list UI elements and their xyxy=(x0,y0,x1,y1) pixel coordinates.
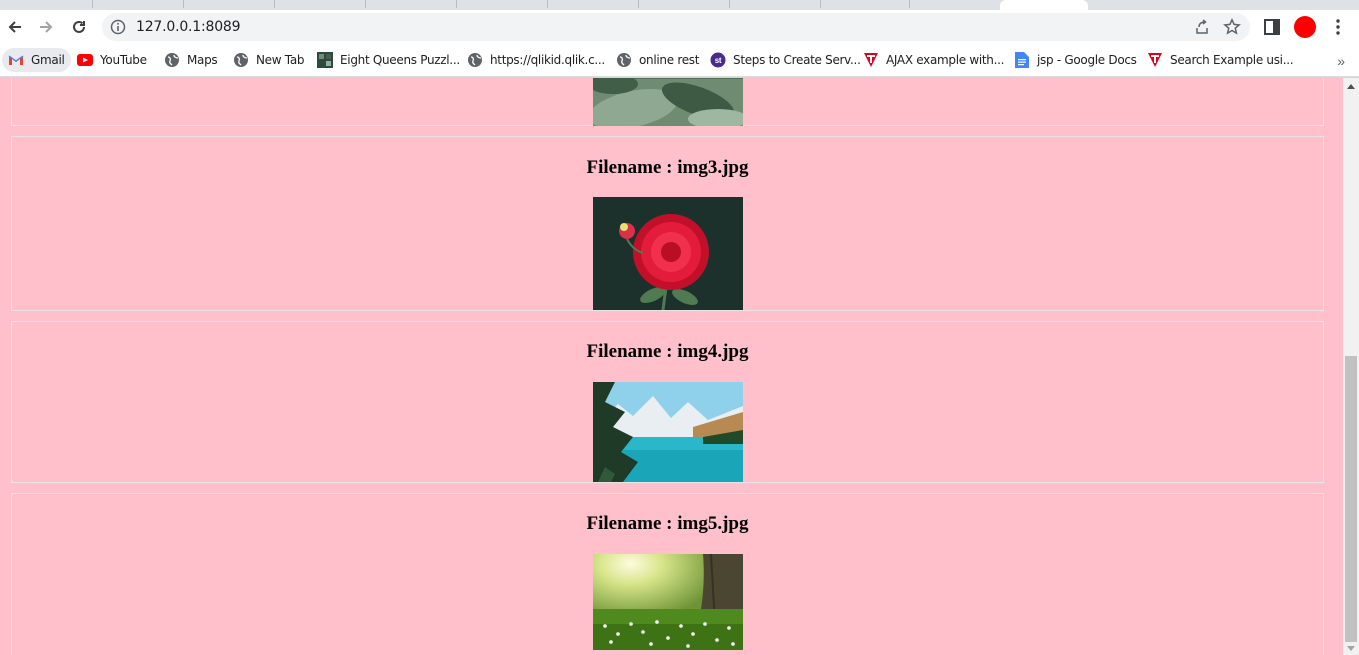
t-logo-icon xyxy=(863,52,879,68)
youtube-icon xyxy=(77,52,93,68)
bookmark-jsp-docs[interactable]: jsp - Google Docs xyxy=(1008,48,1143,72)
image-card xyxy=(11,78,1324,126)
filename-heading: Filename : img4.jpg xyxy=(586,341,749,362)
vertical-scrollbar[interactable] xyxy=(1343,78,1359,655)
bookmark-label: Gmail xyxy=(31,53,65,67)
st-icon: st xyxy=(710,52,726,68)
side-panel-icon[interactable] xyxy=(1263,18,1281,36)
bookmark-label: Search Example usi... xyxy=(1170,53,1294,67)
globe-icon xyxy=(616,52,632,68)
bookmark-gmail[interactable]: Gmail xyxy=(2,48,71,72)
browser-tab[interactable] xyxy=(366,0,457,8)
image-thumbnail xyxy=(593,554,743,650)
image-card: Filename : img4.jpg xyxy=(11,321,1324,483)
docs-icon xyxy=(1014,52,1030,68)
scrollbar-thumb[interactable] xyxy=(1345,356,1357,642)
bookmark-search-example[interactable]: Search Example usi... xyxy=(1141,48,1299,72)
svg-text:st: st xyxy=(715,56,722,65)
browser-tab[interactable] xyxy=(275,0,366,8)
scroll-up-arrow-icon[interactable] xyxy=(1347,84,1355,89)
bookmark-maps[interactable]: Maps xyxy=(158,48,223,72)
image-thumbnail xyxy=(593,197,743,310)
browser-tab[interactable] xyxy=(93,0,184,8)
image-thumbnail xyxy=(593,382,743,482)
browser-tab[interactable] xyxy=(0,0,93,8)
tab-strip xyxy=(0,0,1359,10)
page-viewport: Filename : img3.jpg Filename : img4.jpg xyxy=(0,78,1343,655)
bookmark-label: Maps xyxy=(187,53,218,67)
bookmark-online-rest[interactable]: online rest xyxy=(610,48,705,72)
gmail-icon xyxy=(8,52,24,68)
share-icon[interactable] xyxy=(1194,19,1210,35)
scroll-down-arrow-icon[interactable] xyxy=(1347,646,1355,651)
bookmark-ajax-example[interactable]: AJAX example with... xyxy=(857,48,1010,72)
back-arrow-icon xyxy=(8,21,21,33)
image-thumbnail xyxy=(593,78,743,126)
browser-tab[interactable] xyxy=(548,0,639,8)
reload-icon xyxy=(73,20,85,33)
browser-tab[interactable] xyxy=(910,0,998,8)
more-menu-icon[interactable] xyxy=(1330,18,1346,36)
image-icon xyxy=(317,52,333,68)
globe-icon xyxy=(467,52,483,68)
globe-icon xyxy=(233,52,249,68)
bookmark-steps-create[interactable]: st Steps to Create Serv... xyxy=(704,48,867,72)
forward-arrow-icon xyxy=(40,21,53,33)
bookmark-new-tab[interactable]: New Tab xyxy=(227,48,310,72)
profile-avatar[interactable] xyxy=(1294,16,1316,38)
globe-icon xyxy=(164,52,180,68)
browser-tab[interactable] xyxy=(639,0,730,8)
filename-heading: Filename : img5.jpg xyxy=(586,513,749,534)
info-icon[interactable] xyxy=(110,19,126,35)
forward-button[interactable] xyxy=(33,14,59,40)
bookmark-label: Eight Queens Puzzl... xyxy=(340,53,460,67)
bookmarks-overflow-icon[interactable]: » xyxy=(1337,53,1345,69)
image-card: Filename : img5.jpg xyxy=(11,493,1324,655)
image-card: Filename : img3.jpg xyxy=(11,136,1324,311)
bookmark-qlik[interactable]: https://qlikid.qlik.c... xyxy=(461,48,611,72)
t-logo-icon xyxy=(1147,52,1163,68)
bookmarks-bar: Gmail YouTube Maps New Tab Eight Queens … xyxy=(0,44,1359,77)
browser-tab[interactable] xyxy=(457,0,548,8)
bookmark-star-icon[interactable] xyxy=(1223,18,1241,36)
address-bar[interactable]: 127.0.0.1:8089 xyxy=(102,13,1250,41)
reload-button[interactable] xyxy=(66,14,92,40)
bookmark-youtube[interactable]: YouTube xyxy=(71,48,153,72)
bookmark-label: New Tab xyxy=(256,53,305,67)
browser-tab[interactable] xyxy=(821,0,910,8)
browser-toolbar: 127.0.0.1:8089 xyxy=(0,10,1359,44)
browser-tab[interactable] xyxy=(730,0,821,8)
bookmark-eight-queens[interactable]: Eight Queens Puzzl... xyxy=(311,48,466,72)
bookmark-label: Steps to Create Serv... xyxy=(733,53,861,67)
bookmark-label: YouTube xyxy=(100,53,147,67)
url-text[interactable]: 127.0.0.1:8089 xyxy=(136,19,241,35)
active-tab[interactable] xyxy=(1000,0,1088,10)
bookmark-label: online rest xyxy=(639,53,700,67)
bookmark-label: https://qlikid.qlik.c... xyxy=(490,53,605,67)
bookmark-label: jsp - Google Docs xyxy=(1037,53,1137,67)
bookmark-label: AJAX example with... xyxy=(886,53,1005,67)
browser-tab[interactable] xyxy=(184,0,275,8)
filename-heading: Filename : img3.jpg xyxy=(586,157,749,178)
back-button[interactable] xyxy=(2,14,28,40)
